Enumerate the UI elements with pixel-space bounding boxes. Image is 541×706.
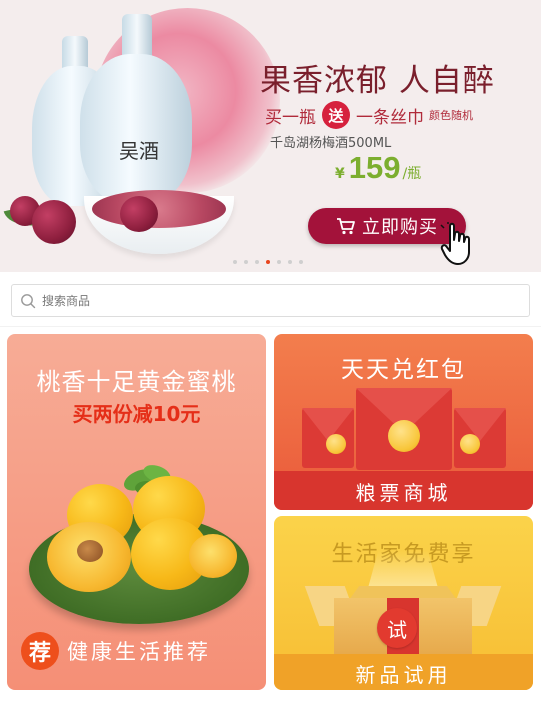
promo-text-before: 买一瓶 [265,107,316,128]
price-unit: /瓶 [402,166,422,182]
red-packet-tile[interactable]: 天天兑红包 粮票商城 [274,334,533,510]
promo-text-after: 一条丝巾 [356,107,424,128]
search-input[interactable] [42,293,482,308]
gold-coin [460,434,480,454]
price-currency: ¥ [335,166,345,182]
carousel-dot[interactable] [243,260,248,264]
carousel-dot[interactable] [298,260,303,264]
cart-icon [337,218,355,235]
red-packet-title: 天天兑红包 [341,357,466,383]
promo-line: 买一瓶 送 一条丝巾 颜色随机 [265,101,473,129]
carousel-dot[interactable] [276,260,281,264]
price-amount: 159 [348,150,401,185]
carousel-dot[interactable] [232,260,237,264]
product-name: 千岛湖杨梅酒500ML [270,136,392,151]
recommend-badge: 荐 [21,632,59,670]
promo-banner[interactable]: 吴酒 果香浓郁 人自醉 买一瓶 送 一条丝巾 颜色随机 千岛湖杨梅酒500ML … [0,0,541,272]
promo-note: 颜色随机 [429,109,473,122]
peach-tile-title: 桃香十足黄金蜜桃 [36,368,237,396]
carousel-dot-active[interactable] [265,260,270,264]
peach-promo-tile[interactable]: 桃香十足黄金蜜桃 买两份减10元 荐 健康生活推荐 [7,334,266,690]
gold-coin [326,434,346,454]
bottle-label: 吴酒 [119,139,159,163]
section-divider [0,326,541,327]
free-trial-tile[interactable]: 生活家免费享 试 新品试用 [274,516,533,690]
carousel-dot[interactable] [254,260,259,264]
recommend-label: 荐 健康生活推荐 [21,632,211,670]
buy-now-label: 立即购买 [362,217,438,238]
red-packet-footer: 粮票商城 [355,481,452,505]
peach-tile-subtitle: 买两份减10元 [72,402,201,426]
banner-headline: 果香浓郁 人自醉 [260,63,495,99]
search-icon [21,293,36,308]
bayberry-in-bowl [120,196,158,232]
bayberry [32,200,76,244]
carousel-dot[interactable] [287,260,292,264]
carousel-indicator [0,260,538,264]
apricot-pit [77,540,103,562]
envelope-flap [454,408,506,441]
apricot-half [189,534,237,578]
free-trial-footer: 新品试用 [355,663,452,687]
wine-in-bowl [92,190,226,228]
trial-badge: 试 [377,608,417,648]
search-bar[interactable] [11,284,530,317]
price: ¥ 159 /瓶 [335,150,421,186]
recommend-text: 健康生活推荐 [67,640,211,664]
gift-badge: 送 [322,101,350,129]
gold-coin [388,420,420,452]
